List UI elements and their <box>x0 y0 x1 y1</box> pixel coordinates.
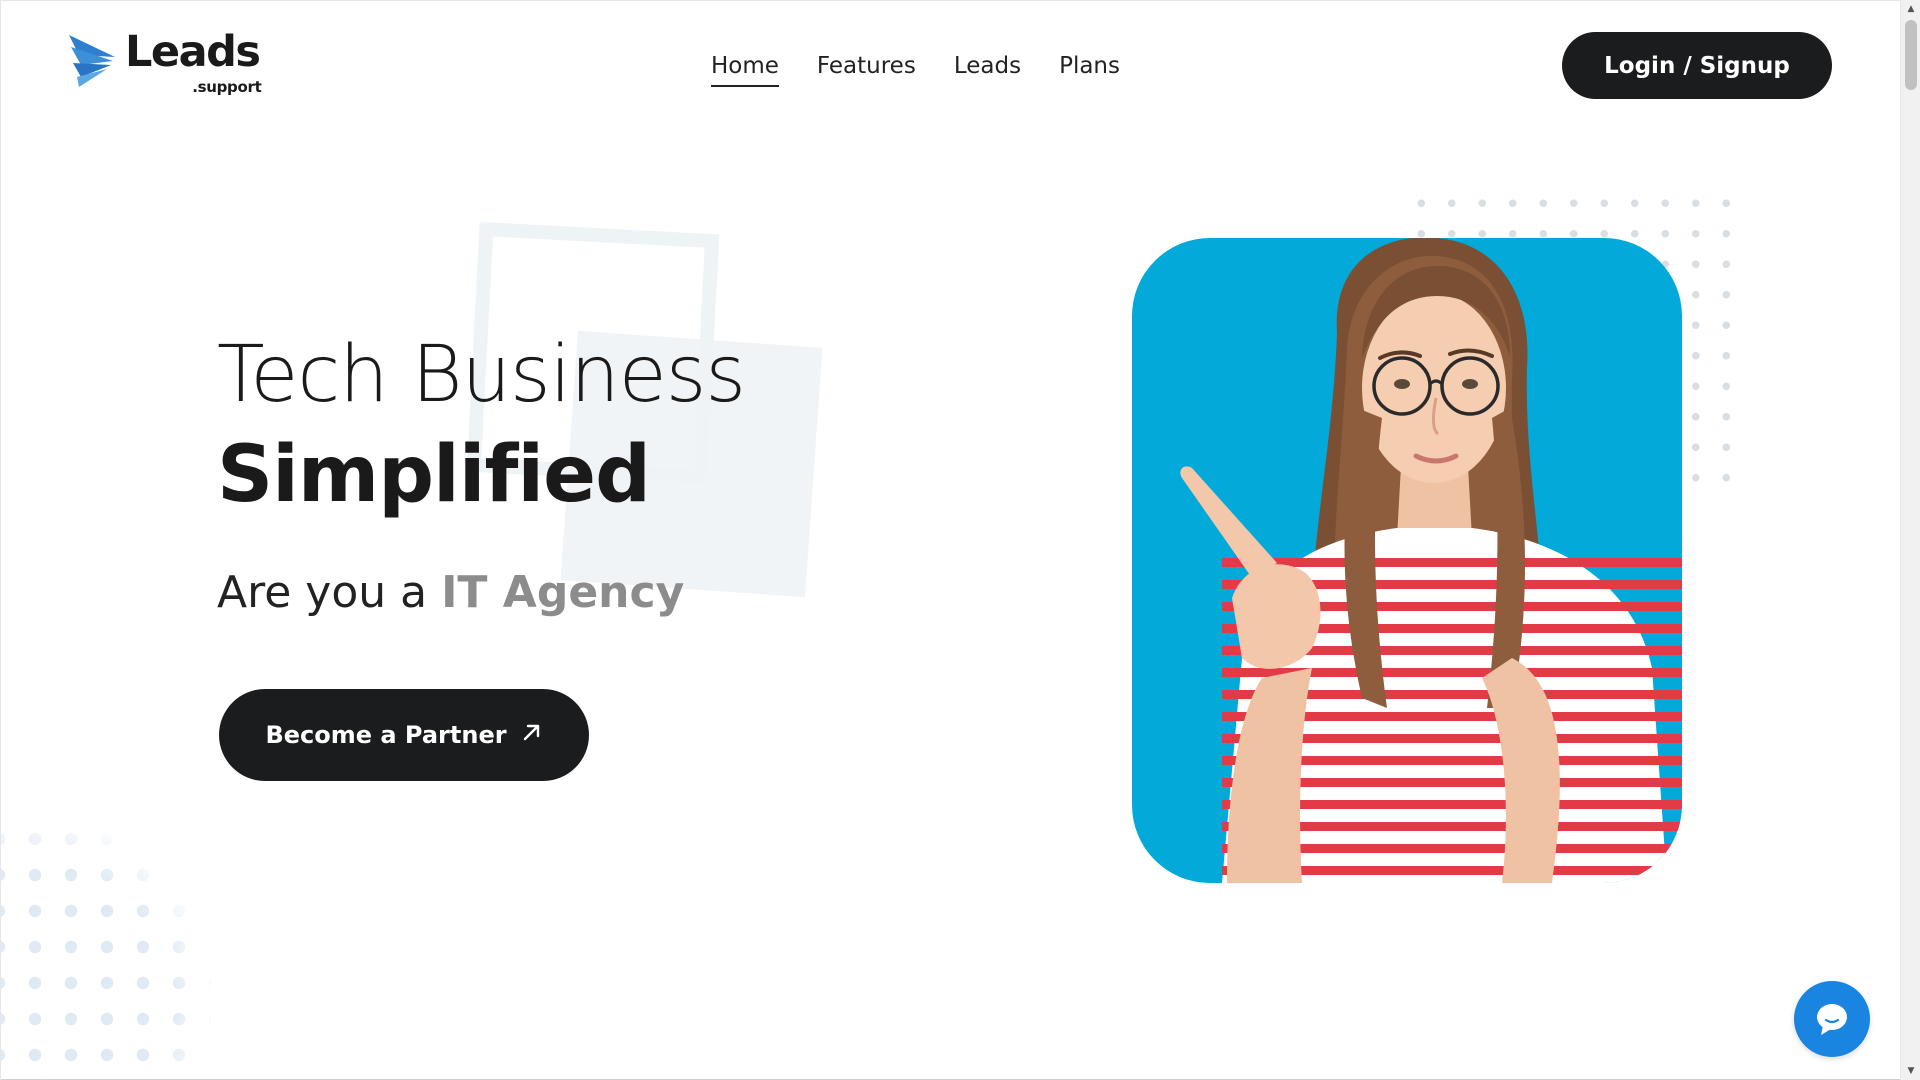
become-partner-label: Become a Partner <box>265 721 507 749</box>
chat-widget-button[interactable] <box>1794 981 1870 1057</box>
arrow-up-right-icon <box>521 721 543 749</box>
main-nav: Home Features Leads Plans <box>711 51 1120 87</box>
scroll-down-arrow-icon[interactable]: ▼ <box>1901 1062 1920 1080</box>
become-partner-button[interactable]: Become a Partner <box>219 689 589 781</box>
hero-photo-woman-pointing <box>1132 238 1682 883</box>
brand-logo[interactable]: Leads .support <box>67 31 267 101</box>
hero-subtitle-prefix: Are you a <box>217 567 442 618</box>
hero-photo-illustration <box>1180 238 1682 883</box>
brand-wordmark: Leads .support <box>125 27 262 97</box>
scrollbar-thumb[interactable] <box>1905 20 1917 90</box>
paper-plane-wings-icon <box>69 35 115 87</box>
page-viewport: Leads .support Home Features Leads Plans… <box>0 0 1900 1080</box>
brand-suffix: .support <box>192 78 262 96</box>
hero-subtitle-accent: IT Agency <box>441 567 685 618</box>
decorative-dot-grid-left <box>1 821 211 1080</box>
nav-link-home[interactable]: Home <box>711 51 779 87</box>
scroll-up-arrow-icon[interactable]: ▲ <box>1901 0 1920 18</box>
nav-link-leads[interactable]: Leads <box>954 51 1021 87</box>
hero-title-line2: Simplified <box>217 430 651 520</box>
brand-name: Leads <box>125 27 261 77</box>
login-signup-button[interactable]: Login / Signup <box>1562 32 1832 99</box>
nav-link-features[interactable]: Features <box>817 51 916 87</box>
hero-subtitle: Are you a IT Agency <box>217 567 685 618</box>
page-scrollbar[interactable]: ▲ ▼ <box>1900 0 1920 1080</box>
hero-title-line1: Tech Business <box>217 330 746 420</box>
nav-link-plans[interactable]: Plans <box>1059 51 1120 87</box>
chat-bubble-icon <box>1817 1004 1847 1035</box>
site-header: Leads .support Home Features Leads Plans… <box>1 1 1900 131</box>
